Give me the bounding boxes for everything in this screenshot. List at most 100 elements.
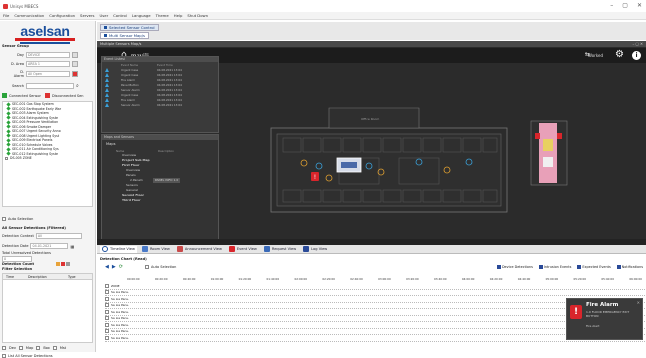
map-view: Multiple Sensors Map/s – ▢ ✕ ⌂ mavili ⇆ … xyxy=(97,41,646,245)
row-checkbox[interactable] xyxy=(105,303,109,308)
row-checkbox[interactable] xyxy=(105,329,109,334)
secondary-floor-plan[interactable] xyxy=(529,119,569,187)
fire-alarm-popup[interactable]: ! Fire Alarm 1.0 FLOOR EMERGENCY EXIT BU… xyxy=(566,298,643,340)
window-title: Unisys MBECS xyxy=(10,3,39,9)
menu-file[interactable]: File xyxy=(3,13,9,18)
timeline-row[interactable]: Sa Lia Pans... xyxy=(105,335,645,342)
search-input[interactable] xyxy=(26,83,74,89)
alarm-clear-button[interactable] xyxy=(72,71,78,77)
row-checkbox[interactable] xyxy=(105,335,109,340)
time-tick: 05:00:00 xyxy=(545,277,559,281)
tab-timeline-view[interactable]: Timeline View xyxy=(100,245,137,253)
tab-request-view[interactable]: Request View xyxy=(262,246,298,253)
row-label: Sa Lia Pans... xyxy=(111,290,129,295)
map-checkbox[interactable] xyxy=(18,346,23,350)
time-tick: 03:00:00 xyxy=(378,277,391,281)
info-icon[interactable]: i xyxy=(632,51,641,60)
dev-checkbox[interactable] xyxy=(2,346,6,350)
tree-item[interactable]: DS-005 ZONE xyxy=(3,156,92,161)
timeline-auto-selection-checkbox[interactable] xyxy=(145,265,149,269)
warning-icon xyxy=(105,72,109,77)
auto-selection-checkbox[interactable] xyxy=(2,217,6,221)
legend-intrusion-events[interactable]: Intrusion Events xyxy=(538,265,571,269)
refresh-icon[interactable]: ⟳ xyxy=(119,264,123,270)
time-tick: 03:40:00 xyxy=(433,277,447,281)
row-checkbox[interactable] xyxy=(105,309,109,314)
menu-language[interactable]: Language xyxy=(132,13,151,18)
col-map-desc[interactable]: Description xyxy=(158,149,174,153)
menu-shutdown[interactable]: Shut Down xyxy=(187,13,208,18)
calendar-icon[interactable]: ▦ xyxy=(70,244,74,249)
bottom-tabs: Timeline View Room View Announcement Vie… xyxy=(97,245,646,254)
menu-communication[interactable]: Communication xyxy=(14,13,44,18)
detection-count-label: Detection Count xyxy=(2,262,35,266)
tab-announcement-view[interactable]: Announcement View xyxy=(175,246,224,253)
day-select[interactable]: DEVICE xyxy=(26,52,70,58)
search-icon[interactable]: ⌕ xyxy=(76,83,79,89)
row-label: Sa Lia Pans... xyxy=(111,296,129,301)
alarm-close-button[interactable]: ✕ xyxy=(637,300,640,305)
timeline-rows: ZONE Sa Lia Pans... Sa Lia Pans... Sa Lia P… xyxy=(105,283,645,342)
day-clear-button[interactable] xyxy=(72,52,78,58)
box-checkbox[interactable] xyxy=(36,346,41,350)
area-select[interactable]: AREA 1 xyxy=(26,61,70,67)
tab-room-view[interactable]: Room View xyxy=(140,246,172,253)
alarm-select[interactable]: All Open xyxy=(26,71,70,77)
row-label: Sa Lia Pans... xyxy=(111,316,129,321)
warning-icon xyxy=(105,92,109,97)
col-description[interactable]: Description xyxy=(25,275,65,279)
legend-notifications[interactable]: Notifications xyxy=(616,265,643,269)
row-checkbox[interactable] xyxy=(105,316,109,321)
menu-servers[interactable]: Servers xyxy=(80,13,94,18)
zone-icon xyxy=(5,156,8,160)
menu-theme[interactable]: Theme xyxy=(156,13,169,18)
legend-device-detections[interactable]: Device Detections xyxy=(496,265,533,269)
warning-icon xyxy=(105,82,109,87)
menu-configuration[interactable]: Configuration xyxy=(49,13,75,18)
menu-user[interactable]: User xyxy=(99,13,108,18)
row-label: Sa Lia Pans... xyxy=(111,309,129,314)
panel-close-icon[interactable]: – ▢ ✕ xyxy=(633,42,644,46)
tab-multi-sensor-map[interactable]: Multi Sensor Map/s xyxy=(100,32,149,39)
settings-icon[interactable]: ⚙ xyxy=(615,49,624,60)
tab-selected-sensor-control[interactable]: Selected Sensor Control xyxy=(100,24,159,31)
col-time[interactable]: Time xyxy=(3,275,25,279)
mst-checkbox[interactable] xyxy=(52,346,57,350)
row-checkbox[interactable] xyxy=(105,322,109,327)
row-label: Sa Lia Pans... xyxy=(111,329,129,334)
minimize-button[interactable]: – xyxy=(610,2,613,9)
panel-tabs: Selected Sensor Control Multi Sensor Map… xyxy=(97,22,646,40)
alert-icon: ! xyxy=(314,174,316,181)
area-clear-button[interactable] xyxy=(72,61,78,67)
time-tick: 01:20:00 xyxy=(238,277,252,281)
menu-control[interactable]: Control xyxy=(113,13,127,18)
day-label: Day xyxy=(17,53,24,57)
detection-date-input[interactable]: 04.01.2021 xyxy=(30,243,69,249)
detection-context-select[interactable]: All xyxy=(35,233,82,239)
col-type[interactable]: Type xyxy=(65,275,76,279)
event-row[interactable]: Sensor Alarm 04.08.2021 13:04 xyxy=(102,102,218,107)
col-event-name[interactable]: Event Name xyxy=(121,63,155,67)
floor-plan[interactable]: Office Room ! xyxy=(269,106,509,216)
row-checkbox[interactable] xyxy=(105,296,109,301)
row-checkbox[interactable] xyxy=(105,290,109,295)
map-tree-item[interactable]: Third Floor xyxy=(122,198,218,203)
row-checkbox[interactable] xyxy=(105,283,109,288)
alarm-detail: Fire Alert xyxy=(586,324,600,328)
list-all-checkbox[interactable] xyxy=(2,354,6,358)
tab-log-view[interactable]: Log View xyxy=(301,246,329,253)
time-tick: 02:40:00 xyxy=(350,277,363,281)
maximize-button[interactable]: ▢ xyxy=(622,2,628,9)
tab-event-view[interactable]: Event View xyxy=(227,246,259,253)
col-map-name[interactable]: Name xyxy=(116,149,156,153)
play-icon[interactable]: ▶ xyxy=(112,264,116,270)
time-tick: 01:00:00 xyxy=(210,277,224,281)
count-icons xyxy=(56,262,71,266)
alarm-label: D. Alarm xyxy=(13,70,24,78)
map-subheader: Multiple Sensors Map/s – ▢ ✕ xyxy=(97,41,646,47)
close-button[interactable]: ✕ xyxy=(637,2,642,9)
menu-help[interactable]: Help xyxy=(174,13,183,18)
back-icon[interactable]: ◀ xyxy=(105,264,109,270)
col-event-time[interactable]: Event Time xyxy=(157,63,173,67)
legend-expected-events[interactable]: Expected Events xyxy=(577,265,611,269)
